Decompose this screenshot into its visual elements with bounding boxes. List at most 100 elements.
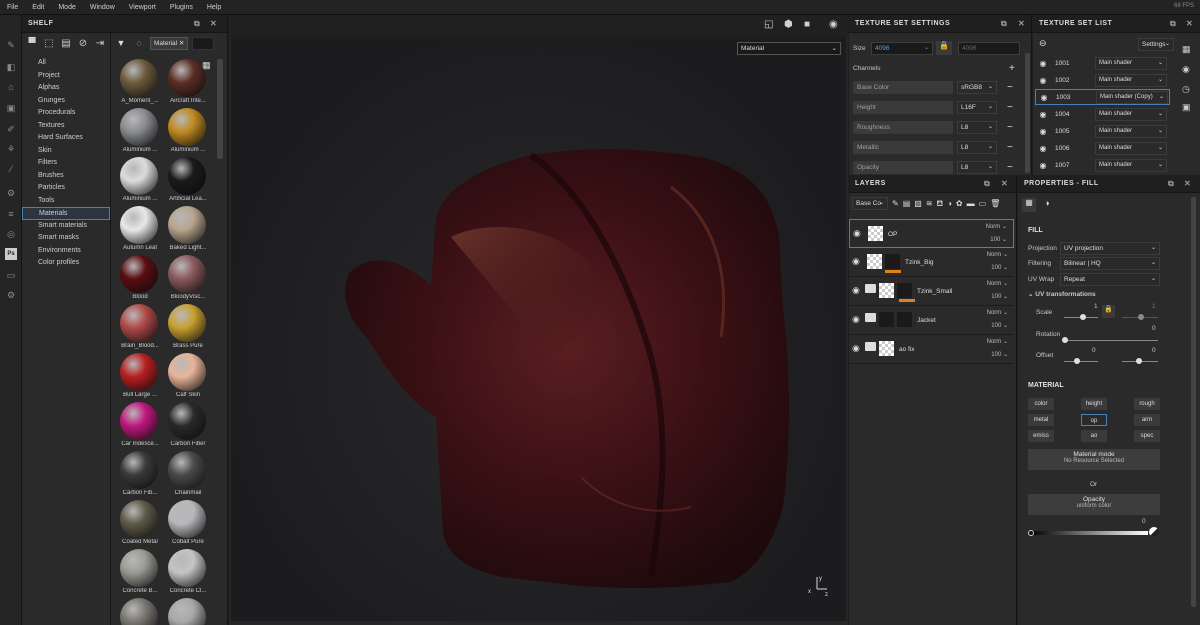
layer-opacity[interactable]: 100 ⌄ xyxy=(991,293,1008,300)
eye-icon[interactable]: ◉ xyxy=(852,285,860,296)
eraser-icon[interactable]: ◧ xyxy=(5,61,17,73)
eye-icon[interactable]: ◉ xyxy=(1035,59,1051,68)
channel-format-select[interactable]: sRGB8 ⌄ xyxy=(957,81,997,94)
viewport-canvas[interactable] xyxy=(231,37,846,621)
channel-format-select[interactable]: L8 ⌄ xyxy=(957,141,997,154)
layers-icon[interactable]: ▦ xyxy=(1182,44,1191,55)
display-settings-icon[interactable]: ⚙ xyxy=(5,187,17,199)
category-item[interactable]: Hard Surfaces xyxy=(22,132,110,145)
material-thumbnail[interactable]: Chainmail xyxy=(164,451,212,500)
close-icon[interactable]: ✕ xyxy=(1001,179,1008,188)
shelf-scrollbar[interactable] xyxy=(217,59,223,159)
display-icon[interactable]: ▣ xyxy=(1182,102,1191,113)
paint-bucket-icon[interactable]: ⛾ xyxy=(937,199,944,209)
channel-select[interactable]: Base Co ⌄ xyxy=(852,197,888,210)
filter-tag[interactable]: Material ✕ xyxy=(150,36,189,50)
eye-icon[interactable]: ◉ xyxy=(852,343,860,354)
material-thumbnail[interactable]: Concrete Cl... xyxy=(164,549,212,598)
category-item[interactable]: Brushes xyxy=(22,170,110,183)
eye-icon[interactable]: ◉ xyxy=(852,314,860,325)
material-thumbnail[interactable]: Brain_Blood... xyxy=(116,304,164,353)
add-layer-icon[interactable]: ▤ xyxy=(903,199,911,208)
rotation-slider[interactable] xyxy=(1064,340,1158,341)
material-thumbnail[interactable]: Aluminium ... xyxy=(116,157,164,206)
menu-mode[interactable]: Mode xyxy=(51,4,83,11)
size-select[interactable]: 4096 ⌄ xyxy=(871,41,933,55)
material-thumbnail[interactable]: Artificial Lea... xyxy=(164,157,212,206)
material-thumbnail[interactable]: Concrete B... xyxy=(116,549,164,598)
close-icon[interactable]: ✕ xyxy=(1184,179,1191,188)
maximize-icon[interactable]: ⧉ xyxy=(1168,179,1174,189)
remove-channel-icon[interactable]: − xyxy=(1007,102,1013,113)
material-channel-toggle[interactable]: rough xyxy=(1134,398,1160,410)
material-channel-toggle[interactable]: op xyxy=(1081,414,1107,426)
category-item[interactable]: Alphas xyxy=(22,82,110,95)
menu-edit[interactable]: Edit xyxy=(25,4,51,11)
blend-mode[interactable]: Norm ⌄ xyxy=(986,223,1007,230)
remove-channel-icon[interactable]: − xyxy=(1007,82,1013,93)
history-icon[interactable]: ◷ xyxy=(1182,84,1190,95)
layer-opacity[interactable]: 100 ⌄ xyxy=(991,264,1008,271)
channel-format-select[interactable]: L16F ⌄ xyxy=(957,101,997,114)
color-picker-icon[interactable]: ⁄ xyxy=(5,163,17,175)
hide-icon[interactable]: ⊘ xyxy=(77,38,89,49)
add-channel-icon[interactable]: + xyxy=(1009,63,1015,74)
blend-mode[interactable]: Norm ⌄ xyxy=(987,338,1008,345)
shader-select[interactable]: Main shader ⌄ xyxy=(1095,141,1167,155)
tss-scrollbar[interactable] xyxy=(1025,53,1030,173)
search-input[interactable] xyxy=(192,36,215,50)
category-item[interactable]: Textures xyxy=(22,120,110,133)
paint-brush-icon[interactable]: ✎ xyxy=(5,39,17,51)
offset-knob-2[interactable] xyxy=(1136,358,1142,364)
material-channel-toggle[interactable]: spec xyxy=(1134,430,1160,442)
menu-viewport[interactable]: Viewport xyxy=(122,4,163,11)
eye-icon[interactable]: ◉ xyxy=(1035,110,1051,119)
duplicate-icon[interactable]: ▭ xyxy=(979,199,987,208)
shader-select[interactable]: Main shader ⌄ xyxy=(1095,73,1167,87)
material-channel-toggle[interactable]: ao xyxy=(1081,430,1107,442)
layer-thumbnail[interactable] xyxy=(879,341,894,356)
uvtrans-header[interactable]: ⌄ UV transformations xyxy=(1028,290,1096,298)
polygon-fill-icon[interactable]: ▣ xyxy=(5,102,17,114)
material-tab-icon[interactable]: ◑ xyxy=(1040,198,1054,212)
properties-scrollbar[interactable] xyxy=(1191,197,1196,607)
category-item[interactable]: Procedurals xyxy=(22,107,110,120)
category-item[interactable]: All xyxy=(22,57,110,70)
remove-channel-icon[interactable]: − xyxy=(1007,122,1013,133)
close-icon[interactable]: ✕ xyxy=(1186,19,1193,28)
material-thumbnail[interactable]: Aluminium ... xyxy=(164,108,212,157)
smudge-icon[interactable]: ✐ xyxy=(5,123,17,135)
projection-icon[interactable]: ⌂ xyxy=(5,81,17,93)
material-thumbnail[interactable]: BloodyVisc... xyxy=(164,255,212,304)
eye-icon[interactable]: ◉ xyxy=(1035,144,1051,153)
remove-channel-icon[interactable]: − xyxy=(1007,142,1013,153)
category-item[interactable]: Materials xyxy=(22,207,110,220)
settings-dropdown[interactable]: Settings ⌄ xyxy=(1138,38,1174,51)
blend-mode[interactable]: Norm ⌄ xyxy=(987,309,1008,316)
material-thumbnail[interactable]: Cobalt Pure xyxy=(164,500,212,549)
texture-set-row[interactable]: ◉ 1003 Main shader (Copy) ⌄ xyxy=(1035,89,1170,105)
viewport-mode-select[interactable]: Material ⌄ xyxy=(737,42,841,55)
cube-icon[interactable]: ⬢ xyxy=(784,19,793,30)
category-item[interactable]: Smart materials xyxy=(22,220,110,233)
category-item[interactable]: Smart masks xyxy=(22,232,110,245)
blend-mode[interactable]: Norm ⌄ xyxy=(987,280,1008,287)
material-thumbnail[interactable]: Calf Skin xyxy=(164,353,212,402)
menu-plugins[interactable]: Plugins xyxy=(163,4,200,11)
eye-icon[interactable]: ◉ xyxy=(853,228,861,239)
category-item[interactable]: Skin xyxy=(22,145,110,158)
history-icon[interactable]: ▭ xyxy=(5,269,17,281)
layer-row[interactable]: ◉ Tzink_Big Norm ⌄ 100 ⌄ xyxy=(849,248,1014,277)
material-channel-toggle[interactable]: color xyxy=(1028,398,1054,410)
layer-opacity[interactable]: 100 ⌄ xyxy=(990,236,1007,243)
category-item[interactable]: Color profiles xyxy=(22,257,110,270)
close-icon[interactable]: ✕ xyxy=(1018,19,1025,28)
layer-row[interactable]: ◉ Jacket Norm ⌄ 100 ⌄ xyxy=(849,306,1014,335)
shader-select[interactable]: Main shader ⌄ xyxy=(1095,107,1167,121)
photoshop-icon[interactable]: Ps xyxy=(5,248,17,260)
rotation-knob[interactable] xyxy=(1062,337,1068,343)
category-item[interactable]: Grunges xyxy=(22,95,110,108)
mask-icon[interactable]: ◑ xyxy=(947,199,952,208)
material-thumbnail[interactable]: Brass Pure xyxy=(164,304,212,353)
shader-select[interactable]: Main shader (Copy) ⌄ xyxy=(1096,90,1168,104)
